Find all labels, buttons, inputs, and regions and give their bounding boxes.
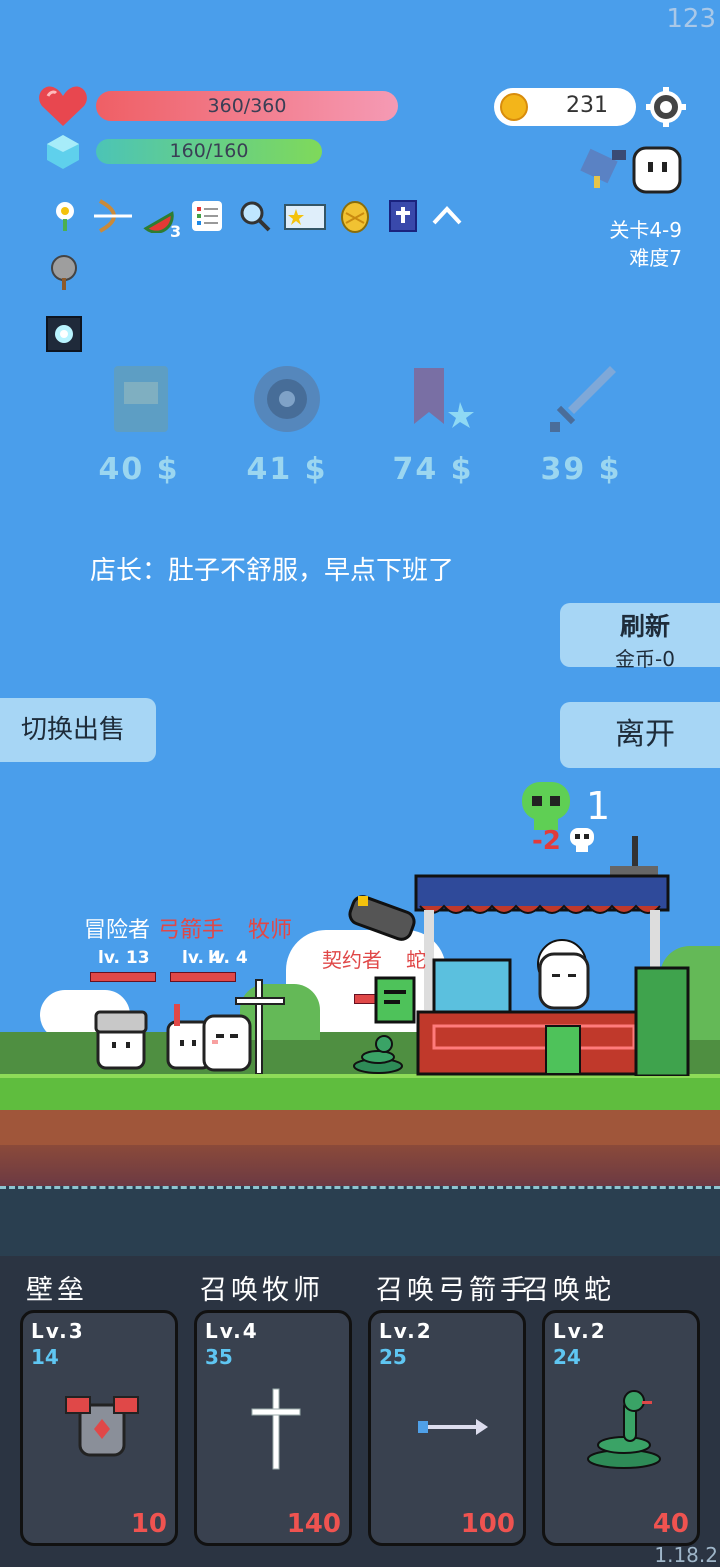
difficulty-label: 难度7 xyxy=(629,246,682,270)
shop-price-1: 40 $ xyxy=(98,452,180,487)
shop-price-3: 74 $ xyxy=(392,452,474,487)
card-summon-priest[interactable]: Lv.4 35 140 xyxy=(194,1310,352,1546)
settings-gear-icon[interactable] xyxy=(646,87,686,127)
armor-icon xyxy=(62,1383,142,1473)
lightbulb-tile-icon[interactable] xyxy=(46,316,82,352)
shopkeeper-sprite xyxy=(538,952,590,1010)
unit-name-adventurer: 冒险者 xyxy=(84,918,151,943)
card-cost: 140 xyxy=(286,1509,341,1539)
watering-can-icon[interactable] xyxy=(576,142,628,194)
mp-bar: 160/160 xyxy=(96,139,322,164)
unit-hp-bar xyxy=(90,972,156,982)
card-number: 14 xyxy=(31,1345,59,1369)
coin-icon xyxy=(500,93,528,121)
spiked-mace-icon[interactable] xyxy=(46,252,82,292)
ghost-icon[interactable] xyxy=(632,146,682,194)
grass-ground xyxy=(0,1074,720,1114)
shop-shield-icon[interactable] xyxy=(250,362,324,436)
flower-icon[interactable] xyxy=(48,199,82,233)
egg-icon[interactable] xyxy=(338,199,372,233)
item-count-badge: 3 xyxy=(170,222,182,241)
refresh-button[interactable]: 刷新 金币-0 xyxy=(560,603,720,671)
card-cost: 40 xyxy=(652,1509,689,1539)
unit-name-priest: 牧师 xyxy=(248,918,293,943)
card-number: 25 xyxy=(379,1345,407,1369)
shopkeeper-dialogue: 店长：肚子不舒服，早点下班了 xyxy=(90,556,455,586)
card-cost: 100 xyxy=(460,1509,515,1539)
skull-icon xyxy=(520,780,572,832)
enemy-name-snake: 蛇 xyxy=(406,948,426,972)
gold-value: 231 xyxy=(566,93,608,118)
gold-display: 231 xyxy=(494,88,636,126)
snake-icon xyxy=(584,1383,664,1473)
card-title-summon-archer: 召唤弓箭手 xyxy=(376,1275,531,1306)
card-summon-snake[interactable]: Lv.2 24 40 xyxy=(542,1310,700,1546)
magnifier-icon[interactable] xyxy=(238,199,272,233)
card-level: Lv.2 xyxy=(379,1319,433,1343)
card-title-bulwark: 壁垒 xyxy=(26,1275,88,1306)
snake-sprite[interactable] xyxy=(352,1032,404,1074)
shop-price-4: 39 $ xyxy=(540,452,622,487)
checklist-icon[interactable] xyxy=(190,199,224,233)
shop-price-2: 41 $ xyxy=(246,452,328,487)
card-number: 35 xyxy=(205,1345,233,1369)
holy-book-icon[interactable] xyxy=(386,199,420,233)
leave-button[interactable]: 离开 xyxy=(560,702,720,768)
card-level: Lv.4 xyxy=(205,1319,259,1343)
kill-count: 1 xyxy=(586,784,611,828)
card-number: 24 xyxy=(553,1345,581,1369)
hp-bar: 360/360 xyxy=(96,91,398,121)
card-title-summon-priest: 召唤牧师 xyxy=(200,1275,324,1306)
card-cost: 10 xyxy=(130,1509,167,1539)
unit-level-priest: lv. 4 xyxy=(208,948,248,968)
water-strip xyxy=(0,1186,720,1259)
version-label: 1.18.2 xyxy=(654,1543,718,1567)
shop-bookmark-icon[interactable] xyxy=(400,362,474,436)
unit-name-archer: 弓箭手 xyxy=(158,918,225,943)
card-bulwark[interactable]: Lv.3 14 10 xyxy=(20,1310,178,1546)
mana-crystal-icon xyxy=(46,134,80,170)
card-title-summon-snake: 召唤蛇 xyxy=(522,1275,615,1306)
bow-icon[interactable] xyxy=(92,199,134,233)
stage-info: 关卡4-9 难度7 xyxy=(609,216,682,272)
thrown-spiked-club xyxy=(344,894,420,944)
heart-icon xyxy=(38,84,88,128)
refresh-cost: 金币-0 xyxy=(615,647,675,671)
shop-book-icon[interactable] xyxy=(104,362,178,436)
dirt-layer xyxy=(0,1110,720,1186)
arrow-icon xyxy=(410,1383,490,1473)
star-card-icon[interactable] xyxy=(284,199,326,233)
unit-level-adventurer: lv. 13 xyxy=(98,948,150,968)
card-level: Lv.2 xyxy=(553,1319,607,1343)
shop-sword-icon[interactable] xyxy=(546,362,620,436)
priest-sprite[interactable] xyxy=(200,976,290,1075)
contractor-sprite[interactable] xyxy=(374,976,416,1024)
switch-sale-button[interactable]: 切换出售 xyxy=(0,698,156,762)
adventurer-sprite[interactable] xyxy=(92,1004,152,1074)
refresh-label: 刷新 xyxy=(619,612,670,641)
cross-icon xyxy=(236,1383,316,1473)
card-level: Lv.3 xyxy=(31,1319,85,1343)
enemy-name-contractor: 契约者 xyxy=(322,948,382,972)
fps-counter: 123 xyxy=(666,4,716,34)
stage-label: 关卡4-9 xyxy=(609,218,682,242)
collapse-chevron-icon[interactable] xyxy=(430,199,464,233)
card-summon-archer[interactable]: Lv.2 25 100 xyxy=(368,1310,526,1546)
